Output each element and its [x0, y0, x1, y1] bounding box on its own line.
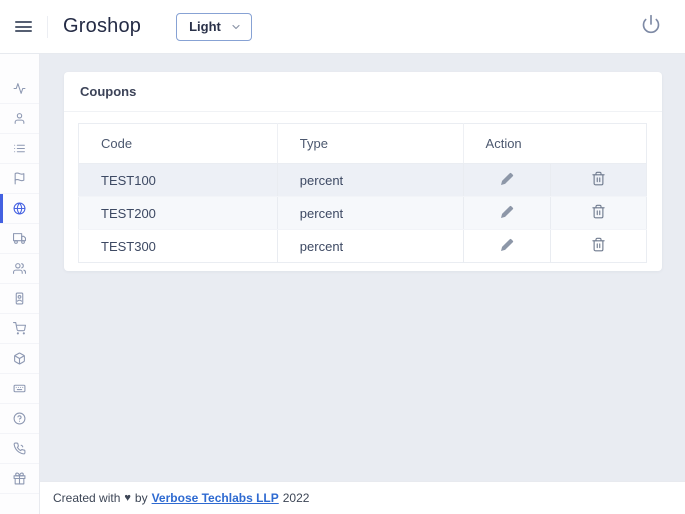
power-icon: [641, 14, 661, 39]
coupons-table: Code Type Action TEST100 percent TEST200…: [78, 123, 647, 263]
menu-icon: [15, 18, 32, 34]
cart-icon: [13, 322, 26, 335]
top-bar: Groshop Light: [0, 0, 685, 54]
footer-text-prefix: Created with: [53, 491, 121, 505]
edit-button[interactable]: [497, 169, 517, 192]
sidebar-item-globe-active[interactable]: [0, 194, 39, 224]
user-icon: [13, 112, 26, 125]
package-icon: [13, 352, 26, 365]
sidebar-item-truck[interactable]: [0, 224, 39, 254]
help-circle-icon: [13, 412, 26, 425]
delete-cell: [550, 196, 647, 230]
sidebar-item-flag[interactable]: [0, 164, 39, 194]
logout-button[interactable]: [641, 14, 661, 39]
list-icon: [13, 142, 26, 155]
sidebar-item-list[interactable]: [0, 134, 39, 164]
pencil-icon: [499, 237, 515, 256]
column-header-type: Type: [277, 123, 464, 164]
footer-year: 2022: [282, 491, 310, 505]
topbar-divider: [47, 15, 48, 38]
main-content: Coupons Code Type Action TEST100 percent: [40, 54, 685, 481]
coupon-code: TEST100: [78, 163, 278, 197]
sidebar-item-keyboard[interactable]: [0, 374, 39, 404]
card-header: Coupons: [64, 72, 662, 112]
coupon-type: percent: [277, 196, 464, 230]
table-row: TEST200 percent: [78, 196, 647, 230]
delete-button[interactable]: [589, 169, 608, 191]
delete-button[interactable]: [589, 235, 608, 257]
pencil-icon: [499, 204, 515, 223]
edit-cell: [463, 229, 552, 263]
sidebar-item-help[interactable]: [0, 404, 39, 434]
column-header-code: Code: [78, 123, 278, 164]
pencil-icon: [499, 171, 515, 190]
coupons-card: Coupons Code Type Action TEST100 percent: [64, 72, 662, 271]
coupon-type: percent: [277, 229, 464, 263]
keyboard-icon: [13, 382, 26, 395]
truck-icon: [13, 232, 26, 245]
edit-cell: [463, 163, 552, 197]
sidebar-item-users[interactable]: [0, 254, 39, 284]
edit-button[interactable]: [497, 235, 517, 258]
activity-icon: [13, 82, 26, 95]
delete-cell: [550, 163, 647, 197]
heart-icon: ♥: [124, 492, 131, 504]
sidebar-item-activity[interactable]: [0, 74, 39, 104]
sidebar-item-id-badge[interactable]: [0, 284, 39, 314]
menu-button[interactable]: [0, 18, 47, 34]
sidebar-item-gift[interactable]: [0, 464, 39, 494]
sidebar-item-phone[interactable]: [0, 434, 39, 464]
coupon-code: TEST300: [78, 229, 278, 263]
sidebar-item-user[interactable]: [0, 104, 39, 134]
id-badge-icon: [13, 292, 26, 305]
delete-cell: [550, 229, 647, 263]
table-header-row: Code Type Action: [78, 123, 647, 164]
edit-cell: [463, 196, 552, 230]
table-row: TEST300 percent: [78, 229, 647, 263]
theme-select-value: Light: [189, 19, 221, 34]
sidebar-item-package[interactable]: [0, 344, 39, 374]
chevron-down-icon: [230, 21, 242, 33]
footer: Created with ♥ by Verbose Techlabs LLP 2…: [40, 481, 685, 514]
coupons-table-area: Code Type Action TEST100 percent TEST200…: [78, 123, 647, 263]
company-link[interactable]: Verbose Techlabs LLP: [152, 491, 279, 505]
edit-button[interactable]: [497, 202, 517, 225]
column-header-action: Action: [463, 123, 647, 164]
trash-icon: [591, 204, 606, 222]
coupon-type: percent: [277, 163, 464, 197]
footer-text-by: by: [134, 491, 148, 505]
sidebar: [0, 54, 40, 514]
users-icon: [13, 262, 26, 275]
delete-button[interactable]: [589, 202, 608, 224]
app-title: Groshop: [63, 15, 142, 37]
flag-icon: [13, 172, 26, 185]
globe-icon: [13, 202, 26, 215]
gift-icon: [13, 472, 26, 485]
theme-select[interactable]: Light: [176, 12, 252, 41]
trash-icon: [591, 171, 606, 189]
card-title: Coupons: [80, 84, 137, 99]
trash-icon: [591, 237, 606, 255]
coupon-code: TEST200: [78, 196, 278, 230]
table-row: TEST100 percent: [78, 163, 647, 197]
phone-icon: [13, 442, 26, 455]
sidebar-item-cart[interactable]: [0, 314, 39, 344]
